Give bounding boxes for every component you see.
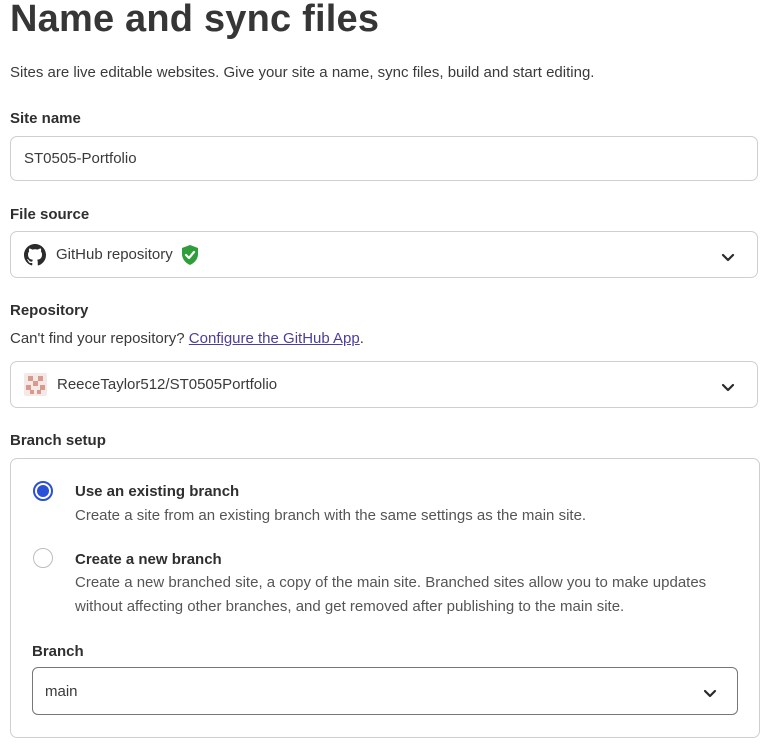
- site-name-label: Site name: [10, 110, 81, 127]
- repository-select[interactable]: ReeceTaylor512/ST0505Portfolio: [10, 361, 758, 408]
- chevron-down-icon: [721, 380, 735, 391]
- use-existing-branch-description: Create a site from an existing branch wi…: [75, 507, 587, 524]
- name-and-sync-files-page: Name and sync files Sites are live edita…: [0, 0, 774, 753]
- use-existing-branch-radio[interactable]: [33, 481, 53, 501]
- page-subtitle: Sites are live editable websites. Give y…: [10, 64, 595, 81]
- file-source-select[interactable]: GitHub repository: [10, 231, 758, 278]
- site-name-value: ST0505-Portfolio: [24, 150, 137, 167]
- repository-helper-text: Can't find your repository?: [10, 330, 185, 347]
- repository-helper: Can't find your repository? Configure th…: [10, 330, 364, 347]
- configure-github-app-link[interactable]: Configure the GitHub App: [189, 330, 360, 347]
- chevron-down-icon: [721, 250, 735, 261]
- branch-value: main: [45, 682, 78, 700]
- branch-select[interactable]: main: [32, 667, 738, 715]
- repository-label: Repository: [10, 302, 89, 319]
- file-source-value: GitHub repository: [56, 246, 173, 263]
- verified-shield-icon: [180, 244, 200, 266]
- branch-setup-label: Branch setup: [10, 432, 106, 449]
- create-new-branch-title: Create a new branch: [75, 551, 222, 568]
- create-new-branch-description: Create a new branched site, a copy of th…: [75, 574, 707, 615]
- branch-label: Branch: [32, 643, 84, 660]
- create-new-branch-radio[interactable]: [33, 548, 53, 568]
- github-icon: [24, 243, 46, 266]
- page-title: Name and sync files: [10, 0, 380, 40]
- repository-helper-suffix: .: [359, 330, 364, 347]
- use-existing-branch-title: Use an existing branch: [75, 483, 240, 500]
- file-source-label: File source: [10, 206, 90, 223]
- chevron-down-icon: [703, 686, 717, 698]
- branch-setup-panel: Use an existing branch Create a site fro…: [10, 458, 760, 738]
- repo-avatar-icon: [24, 373, 47, 396]
- repository-value: ReeceTaylor512/ST0505Portfolio: [57, 376, 278, 393]
- site-name-input[interactable]: ST0505-Portfolio: [10, 136, 758, 181]
